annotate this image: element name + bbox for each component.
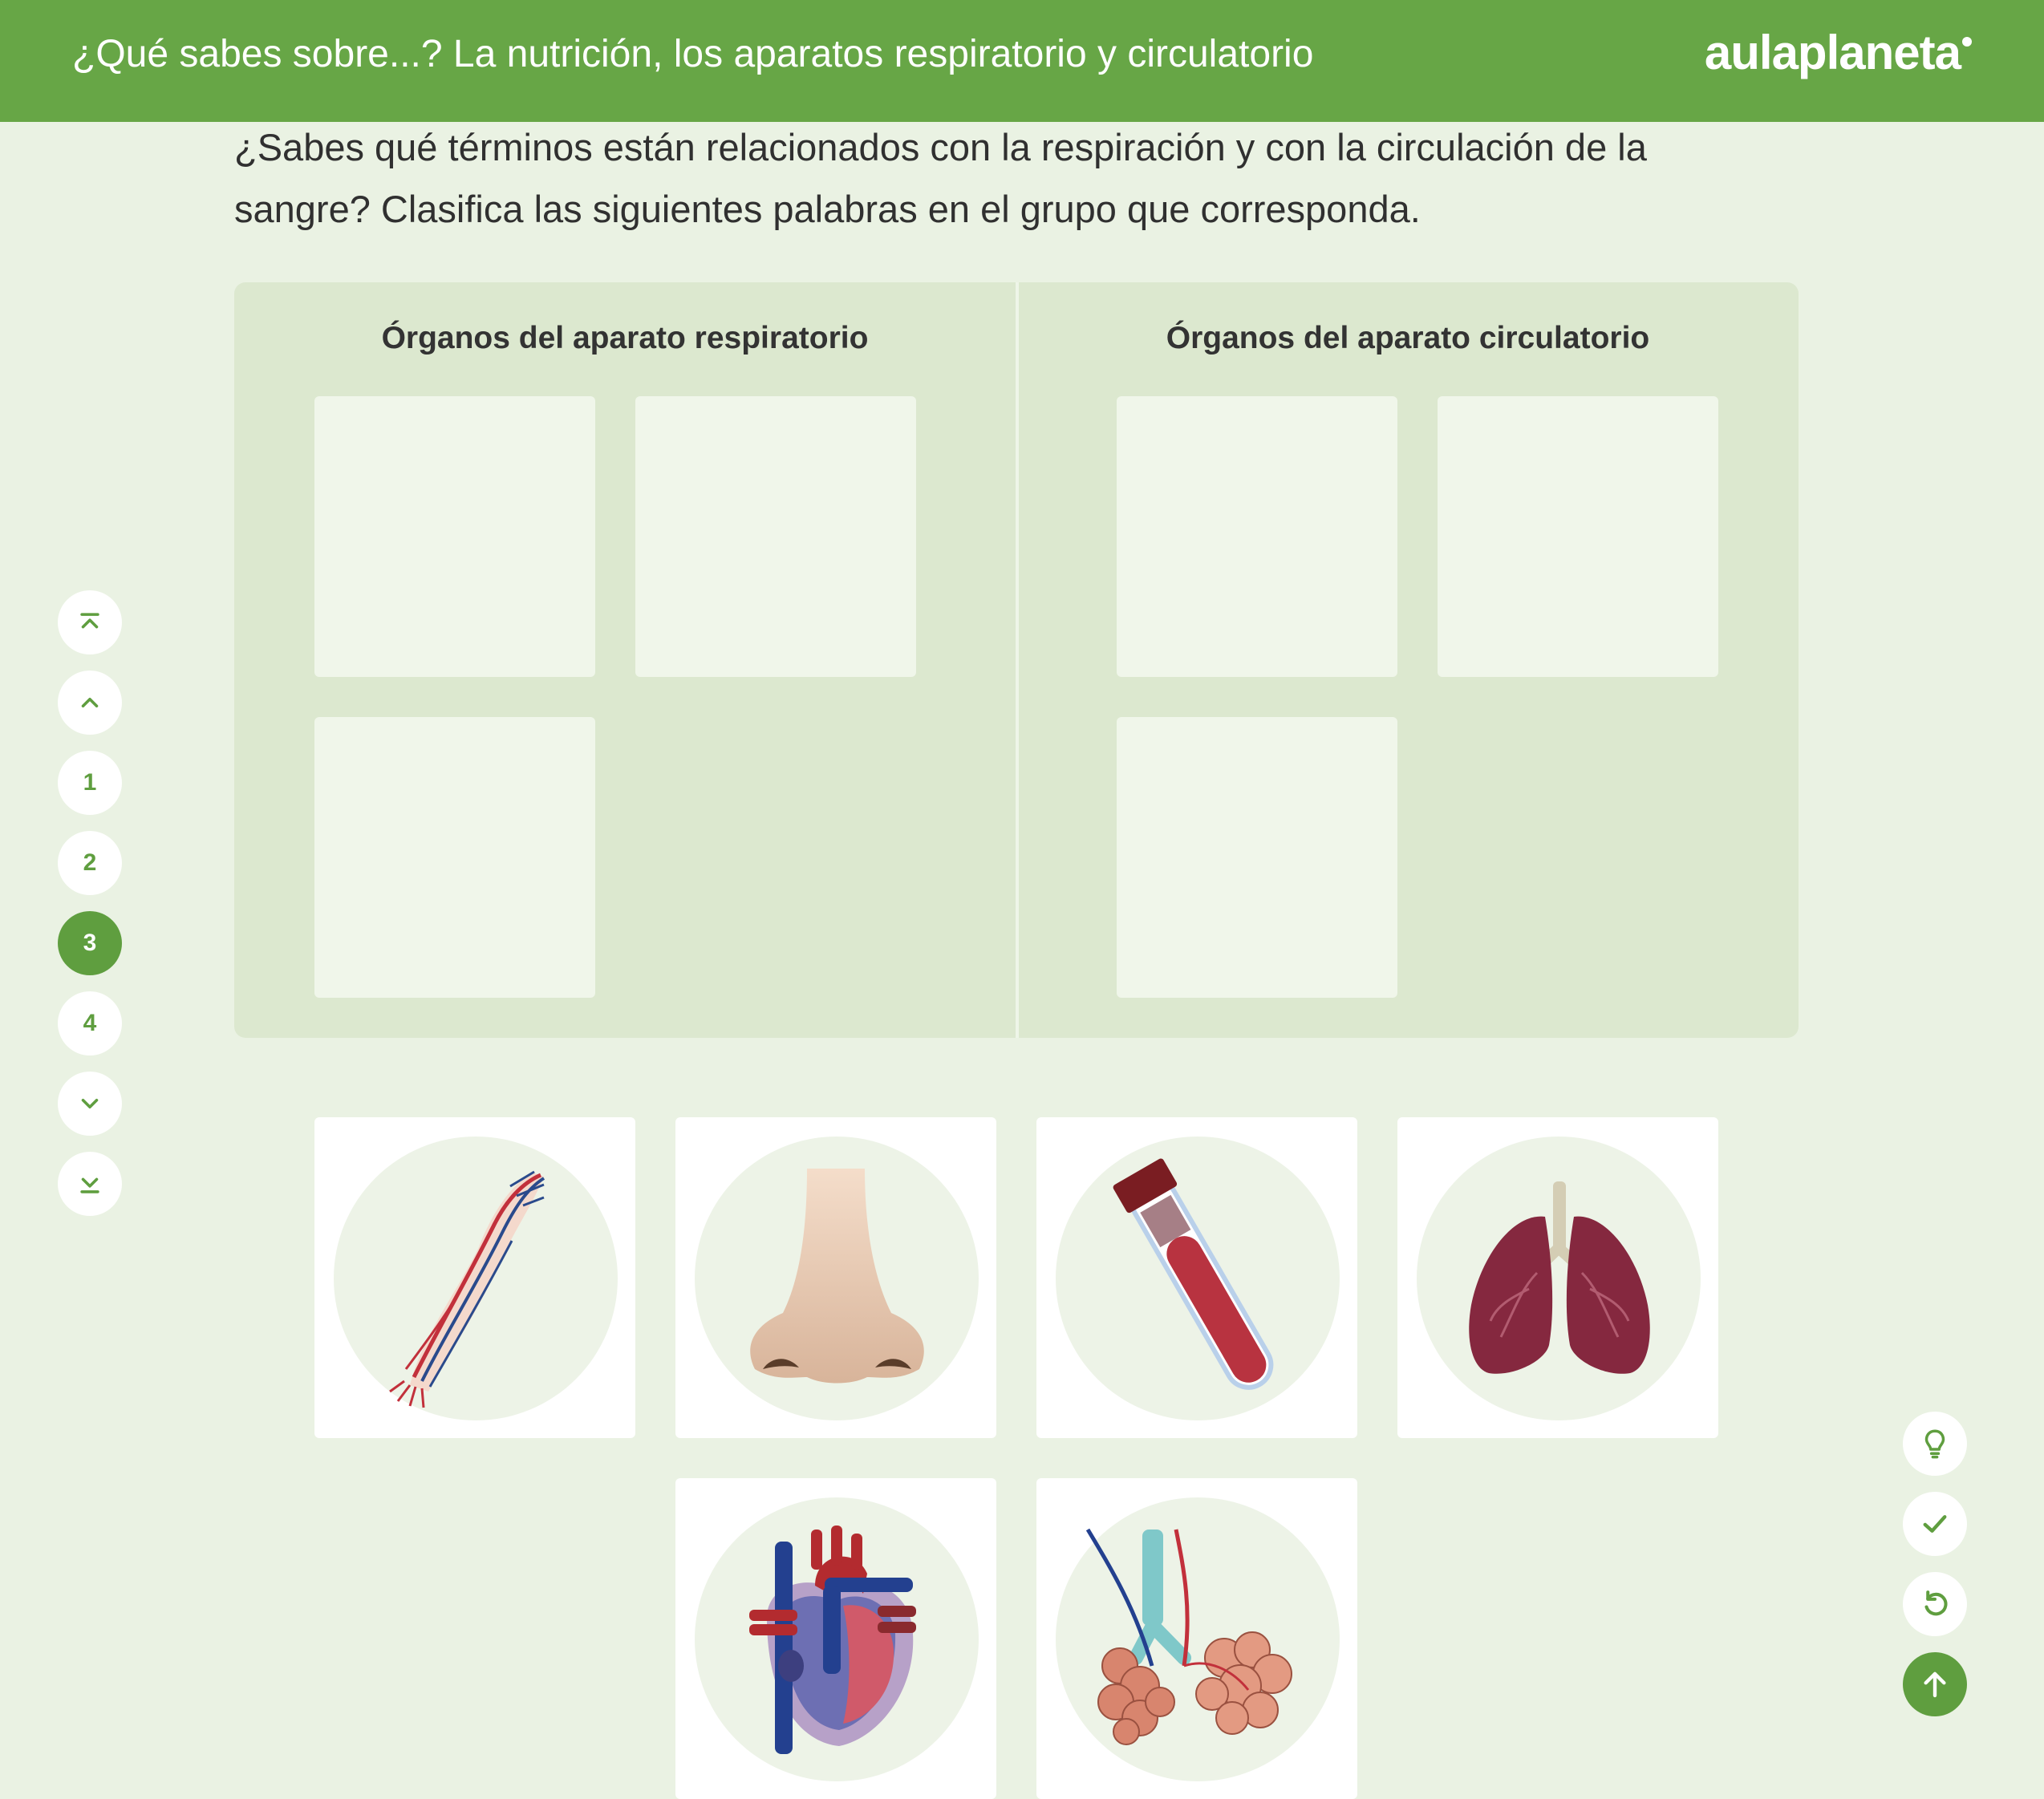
drop-slot-circulatory-1[interactable] [1117, 396, 1397, 677]
reset-icon [1924, 1590, 1948, 1616]
draggable-card-lungs[interactable] [1397, 1117, 1718, 1438]
draggable-card-heart[interactable] [675, 1478, 996, 1799]
next-page-button[interactable] [58, 1072, 122, 1136]
activity-title: ¿Qué sabes sobre...? La nutrición, los a… [72, 33, 1314, 75]
top-header: ¿Qué sabes sobre...? La nutrición, los a… [0, 0, 2044, 122]
draggable-card-blood-tube[interactable] [1036, 1117, 1357, 1438]
chevron-double-down-icon [80, 1177, 99, 1193]
check-icon [1923, 1515, 1947, 1533]
heart-icon [749, 1526, 916, 1754]
chevron-down-icon [81, 1098, 99, 1109]
page-button-2[interactable]: 2 [58, 831, 122, 895]
page-button-1[interactable]: 1 [58, 751, 122, 815]
first-page-button[interactable] [58, 590, 122, 654]
nose-icon [750, 1169, 924, 1384]
blood-test-tube-icon [1113, 1158, 1274, 1390]
lightbulb-hint-icon [1924, 1429, 1945, 1459]
drop-slot-respiratory-3[interactable] [314, 717, 595, 998]
scroll-to-top-button[interactable] [1903, 1652, 1967, 1716]
group-title-circulatory: Órganos del aparato circulatorio [1166, 321, 1650, 355]
logo-dot [1962, 37, 1972, 47]
arm-blood-vessels-icon [389, 1170, 545, 1408]
draggable-card-arm[interactable] [314, 1117, 635, 1438]
hint-button[interactable] [1903, 1412, 1967, 1476]
reset-button[interactable] [1903, 1572, 1967, 1636]
draggable-card-nose[interactable] [675, 1117, 996, 1438]
chevron-up-icon [81, 697, 99, 708]
aulaplaneta-logo: aulaplaneta [1705, 24, 1972, 82]
classification-board: Órganos del aparato respiratorio Órganos… [234, 282, 1799, 1038]
page-button-3-current[interactable]: 3 [58, 911, 122, 975]
previous-page-button[interactable] [58, 671, 122, 735]
drop-slot-circulatory-3[interactable] [1117, 717, 1397, 998]
draggable-card-alveoli[interactable] [1036, 1478, 1357, 1799]
drop-slot-respiratory-1[interactable] [314, 396, 595, 677]
drop-slot-respiratory-2[interactable] [635, 396, 916, 677]
instruction-text: ¿Sabes qué términos están relacionados c… [234, 126, 1647, 230]
group-title-respiratory: Órganos del aparato respiratorio [381, 321, 869, 355]
board-divider [1016, 282, 1019, 1038]
pulmonary-alveoli-icon [1085, 1528, 1292, 1745]
page-button-4[interactable]: 4 [58, 991, 122, 1055]
last-page-button[interactable] [58, 1152, 122, 1216]
lungs-icon [1469, 1181, 1650, 1374]
drop-slot-circulatory-2[interactable] [1438, 396, 1718, 677]
logo-text: aulaplaneta [1704, 26, 1961, 79]
arrow-up-icon [1924, 1671, 1946, 1698]
chevron-double-up-icon [80, 613, 99, 629]
check-answers-button[interactable] [1903, 1492, 1967, 1556]
